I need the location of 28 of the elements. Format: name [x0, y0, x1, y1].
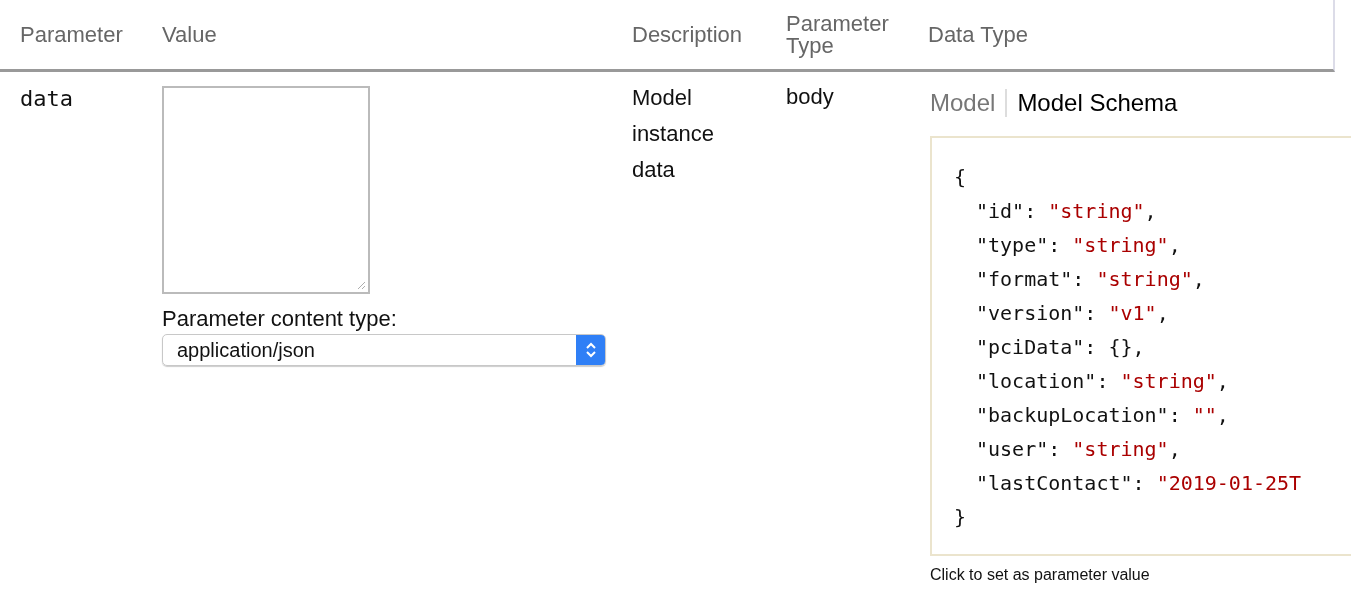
stepper-icon — [576, 335, 605, 365]
code-line: "user": "string", — [975, 436, 1182, 463]
tab[interactable]: Model — [930, 89, 1006, 117]
code-line: { — [954, 164, 968, 191]
parameter-type: body — [786, 84, 835, 111]
code-line: "lastContact": "2019-01-25T — [975, 470, 1303, 497]
hint-text: Click to set as parameter value — [930, 566, 1151, 584]
description-text: Model instance data — [632, 84, 715, 184]
column-header: Parameter — [20, 21, 124, 48]
code-line: "location": "string", — [975, 368, 1230, 395]
field-label: Parameter content type: — [162, 306, 398, 332]
column-header: Description — [632, 21, 744, 48]
code-line: "id": "string", — [975, 198, 1158, 225]
code-line: "format": "string", — [975, 266, 1206, 293]
code-line: "backupLocation": "", — [975, 402, 1230, 429]
code-line: "type": "string", — [975, 232, 1182, 259]
content-type-dropdown[interactable]: application/json — [162, 334, 606, 366]
parameter-name: data — [20, 86, 74, 113]
column-header: Parameter Type — [786, 12, 890, 57]
tab[interactable]: Model Schema — [1005, 89, 1188, 117]
column-header: Data Type — [928, 21, 1029, 48]
code-line: "pciData": {}, — [975, 334, 1146, 361]
code-line: } — [954, 504, 968, 531]
code-block[interactable]: { "id": "string", "type": "string", "format": "string", "version": "v1", "pciData": {}, "location": "string", "backupLocation": "", "user": "string", "lastContact": "2019-01-25T } — [930, 136, 1351, 556]
column-header: Value — [162, 21, 218, 48]
input-field[interactable] — [162, 86, 370, 294]
code-line: "version": "v1", — [975, 300, 1170, 327]
resize-grip-icon[interactable] — [356, 280, 366, 290]
